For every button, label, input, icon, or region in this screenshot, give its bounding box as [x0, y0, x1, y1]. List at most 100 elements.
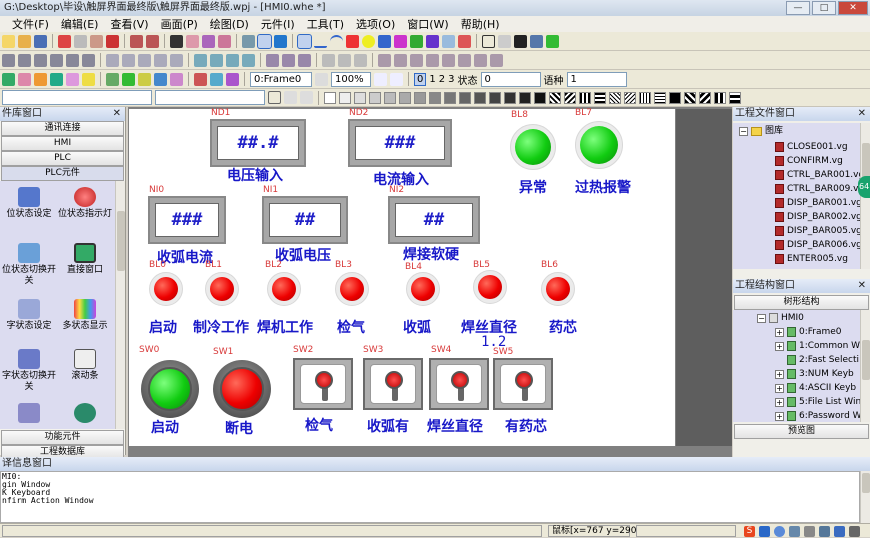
expand-icon[interactable]: +	[775, 383, 784, 393]
zoom-out-icon[interactable]	[390, 72, 403, 86]
pattern-icon[interactable]	[579, 91, 591, 104]
switch-flux-core[interactable]	[493, 358, 553, 410]
nudge-up-icon[interactable]	[474, 53, 487, 67]
pointer-icon[interactable]	[297, 33, 312, 49]
paste-icon[interactable]	[90, 34, 103, 48]
maximize-button[interactable]: □	[812, 1, 836, 15]
align-center-icon[interactable]	[18, 53, 31, 67]
pattern-icon[interactable]	[549, 91, 561, 104]
lamp-arc-end[interactable]	[406, 272, 440, 306]
pattern-icon[interactable]	[714, 91, 726, 104]
copy-more-icon[interactable]	[322, 53, 335, 67]
layer-2-button[interactable]: 2	[439, 74, 445, 85]
file-item[interactable]: CTRL_BAR009.vg	[775, 183, 864, 195]
pattern-icon[interactable]	[639, 91, 651, 104]
frame-rect-icon[interactable]	[482, 34, 495, 48]
align-text-icon[interactable]	[284, 91, 297, 104]
lamp-abnormal[interactable]	[510, 124, 556, 170]
same-size-icon[interactable]	[138, 53, 151, 67]
structure-tree-scrollbar[interactable]	[860, 310, 870, 422]
lamp-gas-check[interactable]	[335, 272, 369, 306]
move-left-icon[interactable]	[378, 53, 391, 67]
pattern-icon[interactable]	[459, 91, 471, 104]
ime-logo-icon[interactable]: S	[744, 525, 755, 537]
fill-color-icon[interactable]	[514, 34, 527, 48]
component-bit-switch[interactable]: 位状态切换开关	[0, 243, 58, 287]
file-item[interactable]: CLOSE001.vg	[775, 141, 848, 153]
close-icon[interactable]: ✕	[113, 107, 121, 121]
space-h-icon[interactable]	[154, 53, 167, 67]
flip-icon[interactable]	[282, 53, 295, 67]
close-icon[interactable]: ✕	[858, 279, 866, 293]
component-direct-window[interactable]: 直接窗口	[56, 243, 114, 276]
tree-root[interactable]: − HMI0	[757, 312, 804, 324]
bit-lamp-tool-icon[interactable]	[2, 72, 15, 86]
file-item[interactable]: DISP_BAR002.vg	[775, 211, 862, 223]
pattern-icon[interactable]	[399, 91, 411, 104]
select-multi-icon[interactable]	[257, 33, 272, 49]
rectangle-icon[interactable]	[346, 34, 359, 48]
pattern-icon[interactable]	[594, 91, 606, 104]
tree-folder[interactable]: − 图库	[739, 125, 783, 137]
layer-3-button[interactable]: 3	[448, 74, 454, 85]
nudge-right-icon[interactable]	[458, 53, 471, 67]
align-top-icon[interactable]	[50, 53, 63, 67]
hmi-screen-canvas[interactable]: ND1 ##.# 电压输入 ND2 ### 电流输入 NI0 ### 收弧电流 …	[129, 108, 675, 446]
tree-item[interactable]: +3:NUM Keyb	[775, 368, 854, 380]
category-plc-elements[interactable]: PLC元件	[1, 166, 124, 181]
ime-keyboard-icon[interactable]	[804, 525, 815, 537]
compile-icon[interactable]	[202, 34, 215, 48]
numeric-input-arc-voltage[interactable]: ##	[262, 196, 348, 244]
print-icon[interactable]	[186, 34, 199, 48]
component-word-set[interactable]: 字状态设定	[0, 299, 58, 332]
arc-icon[interactable]	[330, 34, 343, 48]
lamp-cooling[interactable]	[205, 272, 239, 306]
file-item[interactable]: CONFIRM.vg	[775, 155, 843, 167]
pattern-icon[interactable]	[564, 91, 576, 104]
font-color-icon[interactable]	[268, 91, 281, 104]
cross-icon[interactable]	[338, 53, 351, 67]
numeric-input-arc-current[interactable]: ###	[148, 196, 226, 244]
copy-icon[interactable]	[74, 34, 87, 48]
align-left-icon[interactable]	[2, 53, 15, 67]
move-down-icon[interactable]	[426, 53, 439, 67]
preview-tab[interactable]: 预览图	[734, 424, 869, 439]
cut-icon[interactable]	[58, 34, 71, 48]
output-scrollbar[interactable]	[860, 471, 870, 523]
switch-arc-end[interactable]	[363, 358, 423, 410]
word-lamp-tool-icon[interactable]	[82, 72, 95, 86]
pattern-icon[interactable]	[504, 91, 516, 104]
file-item[interactable]: DISP_BAR005.vg	[775, 225, 862, 237]
pattern-icon[interactable]	[414, 91, 426, 104]
expand-icon[interactable]: +	[775, 397, 784, 407]
expand-icon[interactable]: +	[775, 411, 784, 421]
pattern-icon[interactable]	[354, 91, 366, 104]
collapse-icon[interactable]: −	[757, 313, 766, 323]
diamond-icon[interactable]	[426, 34, 439, 48]
library-scrollbar[interactable]	[115, 181, 125, 429]
pattern-icon[interactable]	[669, 91, 681, 104]
polygon-icon[interactable]	[378, 34, 391, 48]
state-combo[interactable]: 0	[480, 71, 541, 87]
menu-file[interactable]: 文件(F)	[12, 16, 49, 32]
menu-window[interactable]: 窗口(W)	[407, 16, 448, 32]
numeric-display-voltage[interactable]: ##.#	[210, 119, 306, 167]
menu-edit[interactable]: 编辑(E)	[61, 16, 99, 32]
component-word-switch[interactable]: 字状态切换开关	[0, 349, 58, 393]
tree-view-tab[interactable]: 树形结构	[734, 295, 869, 310]
lamp-overheat[interactable]	[575, 121, 623, 169]
close-button[interactable]: ✕	[838, 1, 868, 15]
category-plc[interactable]: PLC	[1, 151, 124, 166]
category-comm[interactable]: 通讯连接	[1, 121, 124, 136]
tree-item[interactable]: +5:File List Win	[775, 396, 861, 408]
align-middle-icon[interactable]	[66, 53, 79, 67]
redo-icon[interactable]	[146, 34, 159, 48]
grid-icon[interactable]	[530, 34, 543, 48]
space-v-icon[interactable]	[170, 53, 183, 67]
menu-view[interactable]: 查看(V)	[110, 16, 148, 32]
menu-element[interactable]: 元件(I)	[261, 16, 295, 32]
scroll-thumb[interactable]	[862, 340, 870, 380]
tree-item[interactable]: +6:Password W	[775, 410, 862, 422]
switch-wire-diameter[interactable]	[429, 358, 489, 410]
ime-shirt-icon[interactable]	[834, 525, 845, 537]
